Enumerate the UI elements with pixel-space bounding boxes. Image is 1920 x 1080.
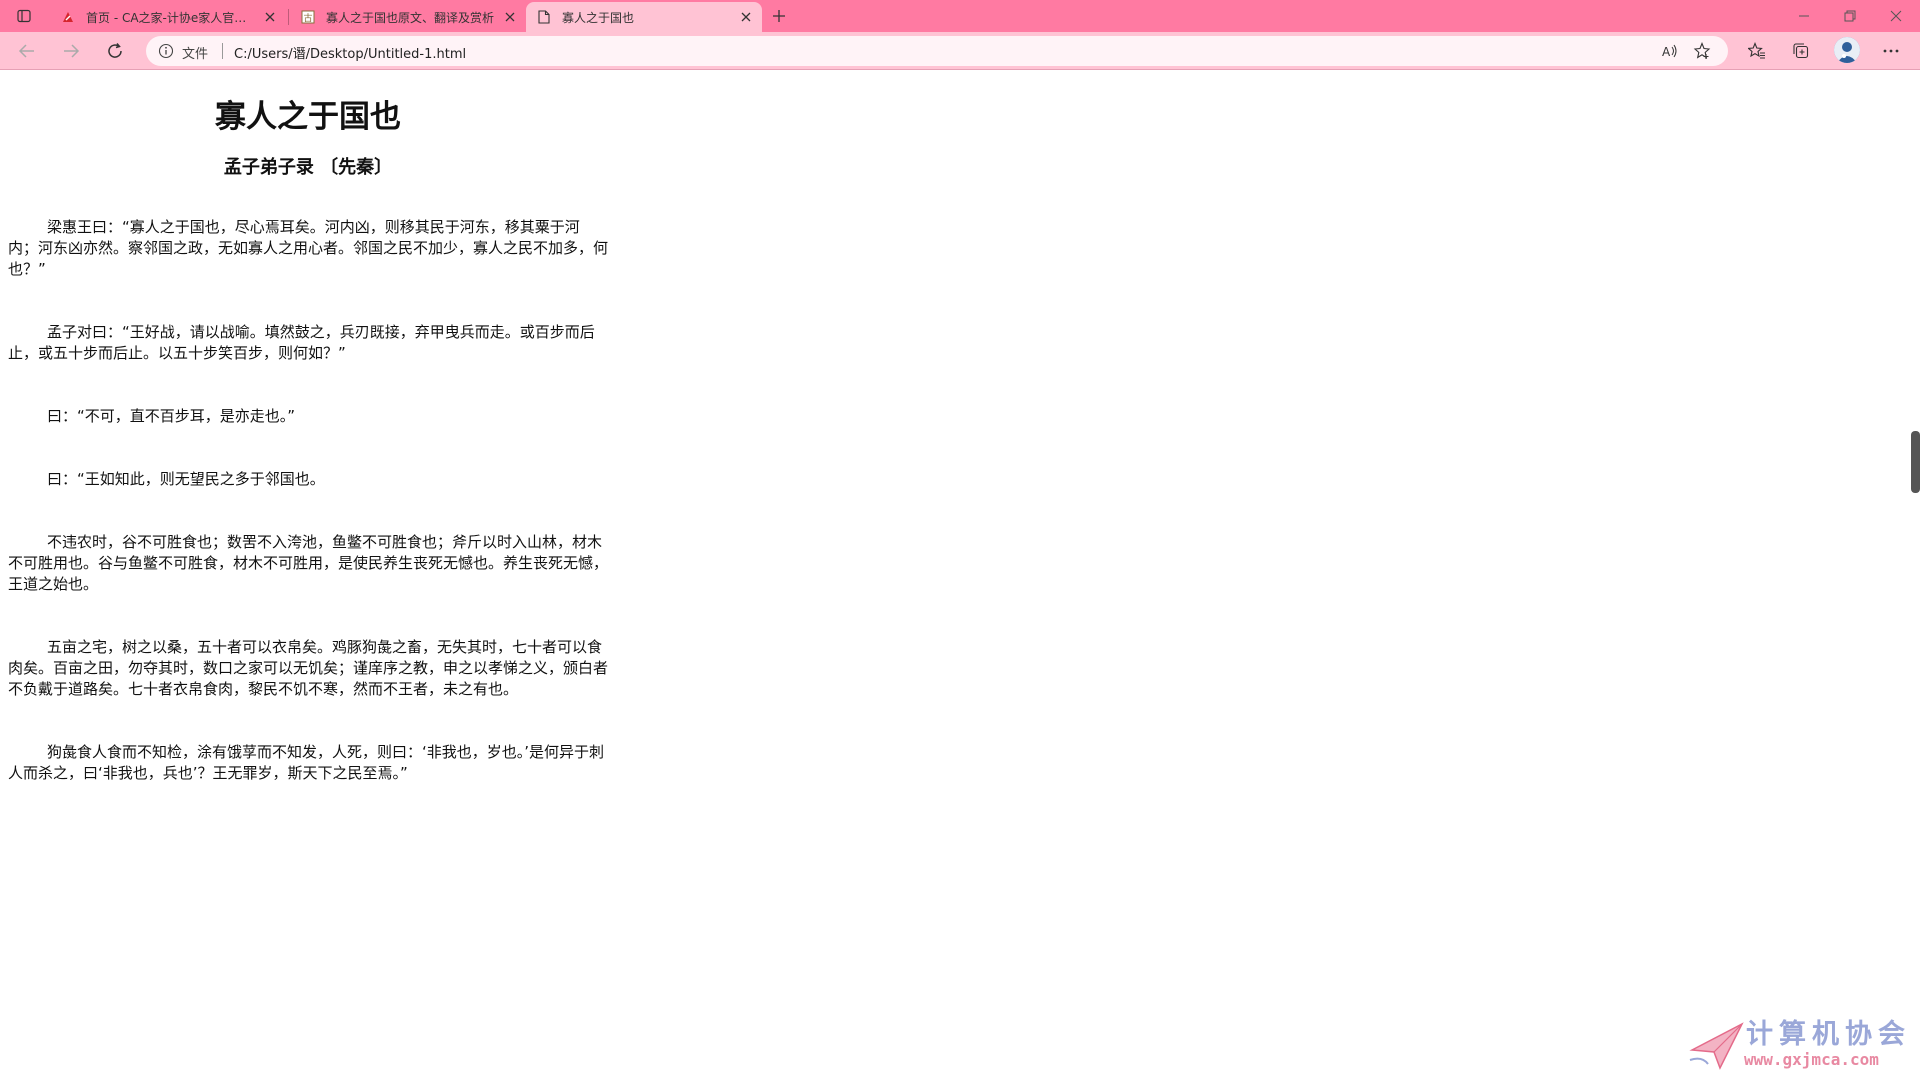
- close-tab-icon[interactable]: [738, 9, 754, 25]
- add-favorite-icon[interactable]: [1692, 42, 1712, 60]
- tab-ca-home[interactable]: 首页 - CA之家-计协e家人官方网站: [50, 2, 286, 32]
- watermark-text: 计算机协会: [1746, 1019, 1911, 1050]
- article-body: 梁惠王曰：“寡人之于国也，尽心焉耳矣。河内凶，则移其民于河东，移其粟于河内；河东…: [8, 217, 608, 784]
- more-options-icon[interactable]: [1878, 39, 1904, 63]
- address-scheme-label: 文件: [182, 47, 209, 62]
- restore-button[interactable]: [1838, 5, 1862, 27]
- article-author: 孟子弟子录 〔先秦〕: [223, 157, 393, 178]
- favorites-icon[interactable]: [1744, 39, 1770, 63]
- paper-plane-logo-icon: [1689, 1022, 1744, 1070]
- article-paragraph: 五亩之宅，树之以桑，五十者可以衣帛矣。鸡豚狗彘之畜，无失其时，七十者可以食肉矣。…: [8, 638, 609, 698]
- watermark: 计算机协会 www.gxjmca.com: [1688, 1010, 1913, 1076]
- ca-logo-icon: [60, 9, 76, 25]
- gushiwen-logo-icon: 古: [300, 9, 316, 25]
- refresh-button[interactable]: [102, 39, 128, 63]
- article-paragraph: 曰：“不可，直不百步耳，是亦走也。”: [47, 407, 296, 425]
- close-window-button[interactable]: [1884, 5, 1908, 27]
- read-aloud-icon[interactable]: A: [1660, 42, 1680, 60]
- address-divider: [222, 43, 223, 59]
- article: 寡人之于国也 孟子弟子录 〔先秦〕 梁惠王曰：“寡人之于国也，尽心焉耳矣。河内凶…: [8, 71, 608, 784]
- tab-separator: [288, 9, 289, 25]
- document-icon: [536, 9, 552, 25]
- scrollbar-thumb[interactable]: [1911, 431, 1920, 493]
- tab-actions-icon[interactable]: [12, 6, 36, 26]
- article-paragraph: 梁惠王曰：“寡人之于国也，尽心焉耳矣。河内凶，则移其民于河东，移其粟于河内；河东…: [8, 218, 609, 278]
- new-tab-button[interactable]: [768, 6, 790, 26]
- address-url[interactable]: C:/Users/谮/Desktop/Untitled-1.html: [234, 43, 466, 62]
- tab-strip: 首页 - CA之家-计协e家人官方网站 古 寡人之于国也原文、翻译及赏析 寡人之…: [0, 0, 1920, 32]
- back-button[interactable]: [14, 39, 40, 63]
- info-icon[interactable]: [158, 43, 174, 59]
- close-tab-icon[interactable]: [262, 9, 278, 25]
- collections-icon[interactable]: [1788, 39, 1814, 63]
- browser-toolbar: 文件 C:/Users/谮/Desktop/Untitled-1.html A: [0, 32, 1920, 70]
- minimize-button[interactable]: [1792, 5, 1816, 27]
- article-paragraph: 曰：“王如知此，则无望民之多于邻国也。: [47, 470, 325, 488]
- address-bar[interactable]: 文件 C:/Users/谮/Desktop/Untitled-1.html A: [146, 36, 1728, 66]
- profile-avatar[interactable]: [1834, 37, 1860, 63]
- tab-current[interactable]: 寡人之于国也: [526, 2, 762, 32]
- article-paragraph: 不违农时，谷不可胜食也；数罟不入洿池，鱼鳖不可胜食也；斧斤以时入山林，材木不可胜…: [8, 533, 609, 593]
- article-title: 寡人之于国也: [215, 99, 401, 135]
- article-paragraph: 狗彘食人食而不知检，涂有饿莩而不知发，人死，则曰：‘非我也，岁也。’是何异于刺人…: [8, 743, 605, 782]
- page-viewport: 寡人之于国也 孟子弟子录 〔先秦〕 梁惠王曰：“寡人之于国也，尽心焉耳矣。河内凶…: [0, 71, 1920, 1080]
- tab-title: 首页 - CA之家-计协e家人官方网站: [86, 10, 254, 25]
- close-tab-icon[interactable]: [502, 9, 518, 25]
- forward-button[interactable]: [58, 39, 84, 63]
- watermark-url: www.gxjmca.com: [1744, 1050, 1879, 1069]
- article-paragraph: 孟子对曰：“王好战，请以战喻。填然鼓之，兵刃既接，弃甲曳兵而走。或百步而后止，或…: [8, 323, 595, 362]
- tab-title: 寡人之于国也: [562, 10, 635, 25]
- svg-text:古: 古: [303, 12, 312, 24]
- tab-gushiwen[interactable]: 古 寡人之于国也原文、翻译及赏析: [290, 2, 526, 32]
- tab-title: 寡人之于国也原文、翻译及赏析: [326, 10, 494, 25]
- svg-text:A: A: [1662, 45, 1671, 59]
